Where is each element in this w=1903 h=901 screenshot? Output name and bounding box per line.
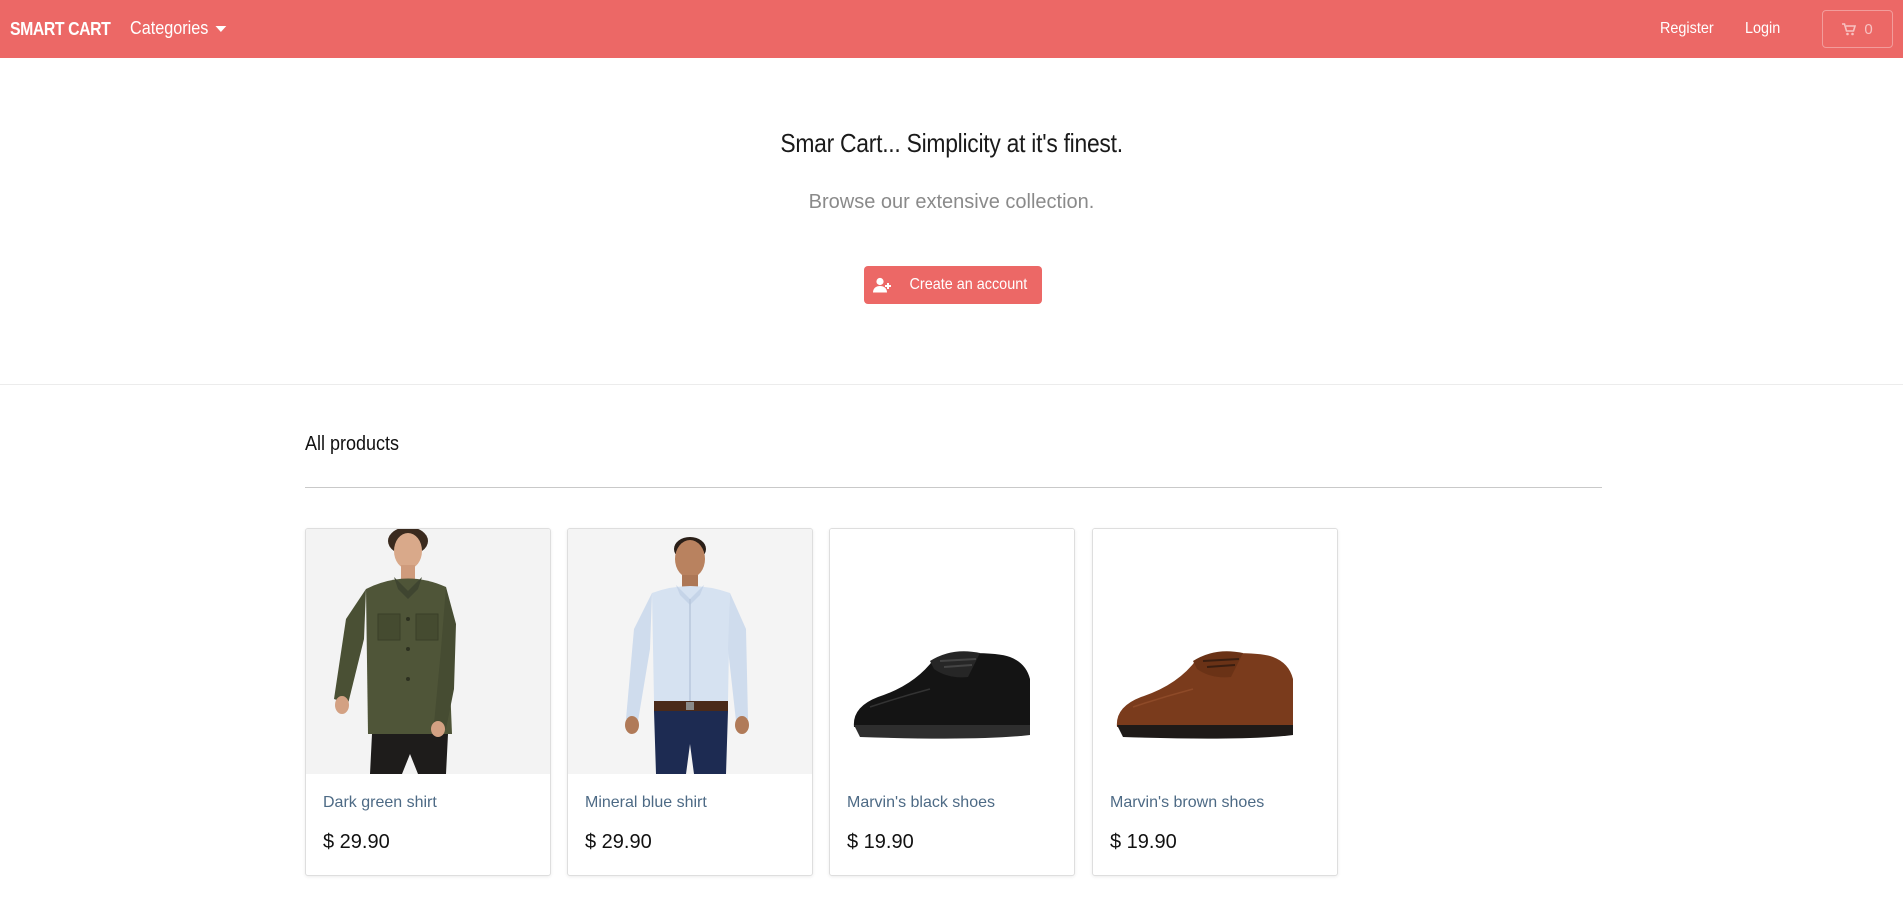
- product-name[interactable]: Dark green shirt: [323, 794, 437, 812]
- register-link[interactable]: Register: [1660, 20, 1714, 38]
- product-image[interactable]: [1093, 529, 1337, 774]
- categories-dropdown[interactable]: Categories: [130, 18, 227, 39]
- product-price: $ 19.90: [847, 831, 914, 853]
- product-price: $ 29.90: [323, 831, 390, 853]
- product-card[interactable]: Marvin's black shoes $ 19.90: [829, 528, 1075, 876]
- product-card[interactable]: Marvin's brown shoes $ 19.90: [1092, 528, 1338, 876]
- product-image[interactable]: [830, 529, 1074, 774]
- product-name[interactable]: Marvin's black shoes: [847, 794, 995, 812]
- product-name[interactable]: Mineral blue shirt: [585, 794, 707, 812]
- product-name[interactable]: Marvin's brown shoes: [1110, 794, 1264, 812]
- hero-title: Smar Cart... Simplicity at it's finest.: [780, 128, 1123, 158]
- product-price: $ 29.90: [585, 831, 652, 853]
- shopping-cart-icon: [1842, 22, 1857, 35]
- products-heading: All products: [305, 433, 400, 455]
- cart-count: 0: [1864, 20, 1873, 38]
- top-navbar: SMART CART Categories Register Login 0: [0, 0, 1903, 58]
- hero-subtitle: Browse our extensive collection.: [808, 191, 1095, 213]
- chevron-down-icon: [215, 25, 227, 32]
- product-image[interactable]: [306, 529, 550, 774]
- create-account-button[interactable]: Create an account: [864, 266, 1042, 304]
- create-account-label: Create an account: [909, 276, 1027, 293]
- section-divider: [0, 384, 1903, 385]
- product-image[interactable]: [568, 529, 812, 774]
- product-card[interactable]: Mineral blue shirt $ 29.90: [567, 528, 813, 876]
- cart-button[interactable]: 0: [1822, 10, 1893, 48]
- brand-logo[interactable]: SMART CART: [10, 19, 111, 40]
- product-price: $ 19.90: [1110, 831, 1177, 853]
- add-user-icon: [872, 277, 891, 293]
- products-divider: [305, 487, 1602, 488]
- product-card[interactable]: Dark green shirt $ 29.90: [305, 528, 551, 876]
- login-link[interactable]: Login: [1745, 20, 1780, 38]
- categories-label: Categories: [130, 18, 209, 38]
